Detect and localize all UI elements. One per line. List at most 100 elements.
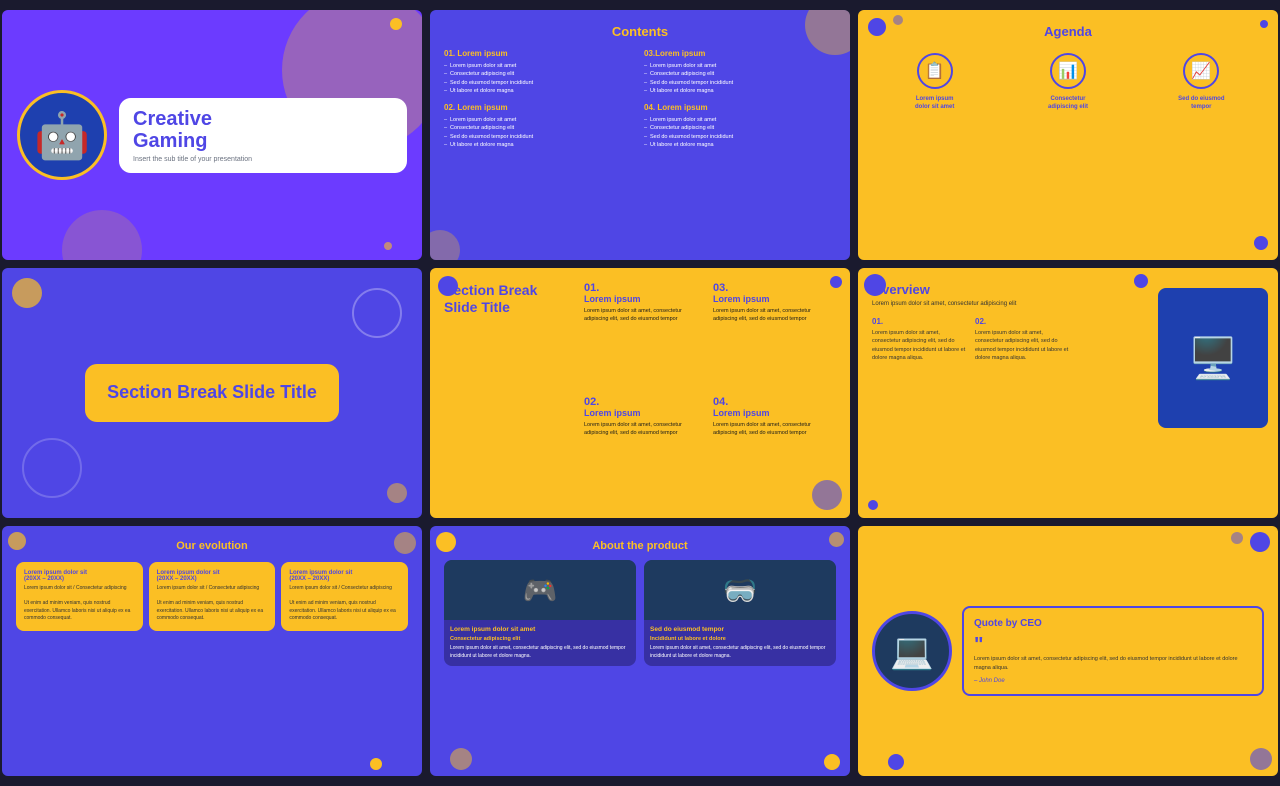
slide5-text-4: Lorem ipsum dolor sit amet, consectetur … bbox=[713, 421, 836, 438]
deco-circle-27 bbox=[1250, 748, 1272, 770]
slide-2[interactable]: Contents 01. Lorem ipsum Lorem ipsum dol… bbox=[430, 10, 850, 260]
slide3-agenda-item-2: 📊 Consecteturadipiscing elit bbox=[1005, 53, 1130, 112]
slide2-s1-item1: Lorem ipsum dolor sit amet bbox=[444, 62, 636, 70]
slide1-subtitle: Insert the sub title of your presentatio… bbox=[133, 156, 393, 163]
slide-4[interactable]: Section Break Slide Title bbox=[2, 268, 422, 518]
deco-circle-12 bbox=[812, 480, 842, 510]
slide8-product-1: 🎮 Lorem ipsum dolor sit amet Consectetur… bbox=[444, 560, 636, 666]
deco-circle-21 bbox=[829, 532, 844, 547]
slide7-card-1: Lorem ipsum dolor sit(20XX – 20XX) Lorem… bbox=[16, 562, 143, 631]
slide5-heading-4: Lorem ipsum bbox=[713, 408, 836, 418]
slide1-textbox: Creative Gaming Insert the sub title of … bbox=[119, 98, 407, 173]
slide5-right: 01. Lorem ipsum Lorem ipsum dolor sit am… bbox=[584, 282, 836, 504]
slide2-s4-item4: Ut labore et dolore magna bbox=[644, 141, 836, 149]
slide-7[interactable]: Our evolution Lorem ipsum dolor sit(20XX… bbox=[2, 526, 422, 776]
deco-circle-7 bbox=[1254, 236, 1268, 250]
slide5-num-1: 01. bbox=[584, 282, 707, 294]
deco-circle-25 bbox=[1231, 532, 1243, 544]
slide6-num-1: 01. bbox=[872, 317, 969, 326]
slide9-quote-text: Lorem ipsum dolor sit amet, consectetur … bbox=[974, 655, 1252, 673]
slide-1[interactable]: 🤖 Creative Gaming Insert the sub title o… bbox=[2, 10, 422, 260]
slide4-textbox: Section Break Slide Title bbox=[85, 364, 339, 422]
slide5-section-1: 01. Lorem ipsum Lorem ipsum dolor sit am… bbox=[584, 282, 707, 390]
slide2-s1-heading: 01. Lorem ipsum bbox=[444, 49, 636, 58]
slide-6[interactable]: 🖥️ Overview Lorem ipsum dolor sit amet, … bbox=[858, 268, 1278, 518]
slide5-section-3: 03. Lorem ipsum Lorem ipsum dolor sit am… bbox=[713, 282, 836, 390]
slide-9[interactable]: 💻 Quote by CEO " Lorem ipsum dolor sit a… bbox=[858, 526, 1278, 776]
slide3-agenda-item-1: 📋 Lorem ipsumdolor sit amet bbox=[872, 53, 997, 112]
slide8-product1-text: Lorem ipsum dolor sit amet, consectetur … bbox=[450, 645, 630, 660]
slide2-s4-item2: Consectetur adipiscing elit bbox=[644, 124, 836, 132]
slide7-card1-text: Lorem ipsum dolor sit / Consectetur adip… bbox=[24, 585, 135, 623]
slide5-heading-1: Lorem ipsum bbox=[584, 294, 707, 304]
slide2-s3-item2: Consectetur adipiscing elit bbox=[644, 70, 836, 78]
slide8-product-2: 🥽 Sed do eiusmod tempor Incididunt ut la… bbox=[644, 560, 836, 666]
slide7-title: Our evolution bbox=[16, 540, 408, 552]
slide5-num-3: 03. bbox=[713, 282, 836, 294]
deco-circle-15 bbox=[1134, 274, 1148, 288]
slide5-heading-2: Lorem ipsum bbox=[584, 408, 707, 418]
deco-circle-9 bbox=[12, 278, 42, 308]
slide2-s1-item3: Sed do eiusmod tempor incididunt bbox=[444, 79, 636, 87]
deco-circle-11 bbox=[438, 276, 458, 296]
slide2-s2-heading: 02. Lorem ipsum bbox=[444, 103, 636, 112]
slide-8[interactable]: About the product 🎮 Lorem ipsum dolor si… bbox=[430, 526, 850, 776]
deco-circle-24 bbox=[1250, 532, 1270, 552]
deco-circle-4 bbox=[430, 230, 460, 260]
deco-ring-1 bbox=[352, 288, 402, 338]
deco-circle-6 bbox=[893, 15, 903, 25]
slide1-title-line2: Gaming bbox=[133, 130, 207, 152]
slide7-card3-text: Lorem ipsum dolor sit / Consectetur adip… bbox=[289, 585, 400, 623]
slide2-s1-item2: Consectetur adipiscing elit bbox=[444, 70, 636, 78]
slide6-item-1: 01. Lorem ipsum dolor sit amet, consecte… bbox=[872, 317, 969, 362]
slide-3[interactable]: Agenda 📋 Lorem ipsumdolor sit amet 📊 Con… bbox=[858, 10, 1278, 260]
slide8-product1-heading: Lorem ipsum dolor sit amet bbox=[450, 626, 630, 633]
deco-circle-8 bbox=[1260, 20, 1268, 28]
deco-ring-2 bbox=[22, 438, 82, 498]
slides-grid: 🤖 Creative Gaming Insert the sub title o… bbox=[2, 10, 1278, 776]
slide4-title: Section Break Slide Title bbox=[107, 382, 317, 404]
slide2-section-3: 03.Lorem ipsum Lorem ipsum dolor sit ame… bbox=[644, 49, 836, 95]
slide8-product2-text: Lorem ipsum dolor sit amet, consectetur … bbox=[650, 645, 830, 660]
slide7-card-2: Lorem ipsum dolor sit(20XX – 20XX) Lorem… bbox=[149, 562, 276, 631]
slide-5[interactable]: Section BreakSlide Title 01. Lorem ipsum… bbox=[430, 268, 850, 518]
slide2-s3-item1: Lorem ipsum dolor sit amet bbox=[644, 62, 836, 70]
deco-circle-23 bbox=[824, 754, 840, 770]
slide2-section-2: 02. Lorem ipsum Lorem ipsum dolor sit am… bbox=[444, 103, 636, 149]
slide5-text-3: Lorem ipsum dolor sit amet, consectetur … bbox=[713, 307, 836, 324]
deco-circle-2 bbox=[384, 242, 392, 250]
slide3-agenda-item-3: 📈 Sed do eiusmodtempor bbox=[1139, 53, 1264, 112]
slide3-agenda-label-1: Lorem ipsumdolor sit amet bbox=[872, 95, 997, 112]
slide2-s4-heading: 04. Lorem ipsum bbox=[644, 103, 836, 112]
slide7-card-3: Lorem ipsum dolor sit(20XX – 20XX) Lorem… bbox=[281, 562, 408, 631]
slide5-title: Section BreakSlide Title bbox=[444, 282, 574, 316]
slide3-title: Agenda bbox=[872, 24, 1264, 39]
deco-circle-1 bbox=[390, 18, 402, 30]
slide2-section-1: 01. Lorem ipsum Lorem ipsum dolor sit am… bbox=[444, 49, 636, 95]
deco-circle-13 bbox=[830, 276, 842, 288]
deco-circle-17 bbox=[8, 532, 26, 550]
slide9-quotebox: Quote by CEO " Lorem ipsum dolor sit ame… bbox=[962, 606, 1264, 696]
deco-circle-16 bbox=[868, 500, 878, 510]
slide8-product2-subheading: Incididunt ut labore et dolore bbox=[650, 635, 830, 643]
slide2-content-grid: 01. Lorem ipsum Lorem ipsum dolor sit am… bbox=[444, 49, 836, 149]
deco-circle-14 bbox=[864, 274, 886, 296]
slide8-title: About the product bbox=[444, 540, 836, 552]
slide3-agenda-label-2: Consecteturadipiscing elit bbox=[1005, 95, 1130, 112]
slide9-photo: 💻 bbox=[872, 611, 952, 691]
slide2-s4-item3: Sed do eiusmod tempor incididunt bbox=[644, 133, 836, 141]
slide2-s2-item3: Sed do eiusmod tempor incididunt bbox=[444, 133, 636, 141]
slide5-left: Section BreakSlide Title bbox=[444, 282, 574, 504]
slide8-product1-img: 🎮 bbox=[444, 560, 636, 620]
slide6-grid: 01. Lorem ipsum dolor sit amet, consecte… bbox=[872, 317, 1072, 362]
slide7-cards: Lorem ipsum dolor sit(20XX – 20XX) Lorem… bbox=[16, 562, 408, 631]
deco-circle-5 bbox=[868, 18, 886, 36]
slide5-text-1: Lorem ipsum dolor sit amet, consectetur … bbox=[584, 307, 707, 324]
slide5-num-4: 04. bbox=[713, 396, 836, 408]
slide1-title-line1: Creative bbox=[133, 108, 212, 130]
slide7-card1-heading: Lorem ipsum dolor sit(20XX – 20XX) bbox=[24, 570, 135, 582]
slide6-num-2: 02. bbox=[975, 317, 1072, 326]
slide2-s3-item4: Ut labore et dolore magna bbox=[644, 87, 836, 95]
slide8-product2-info: Sed do eiusmod tempor Incididunt ut labo… bbox=[644, 620, 836, 666]
slide9-author: – John Doe bbox=[974, 678, 1252, 684]
